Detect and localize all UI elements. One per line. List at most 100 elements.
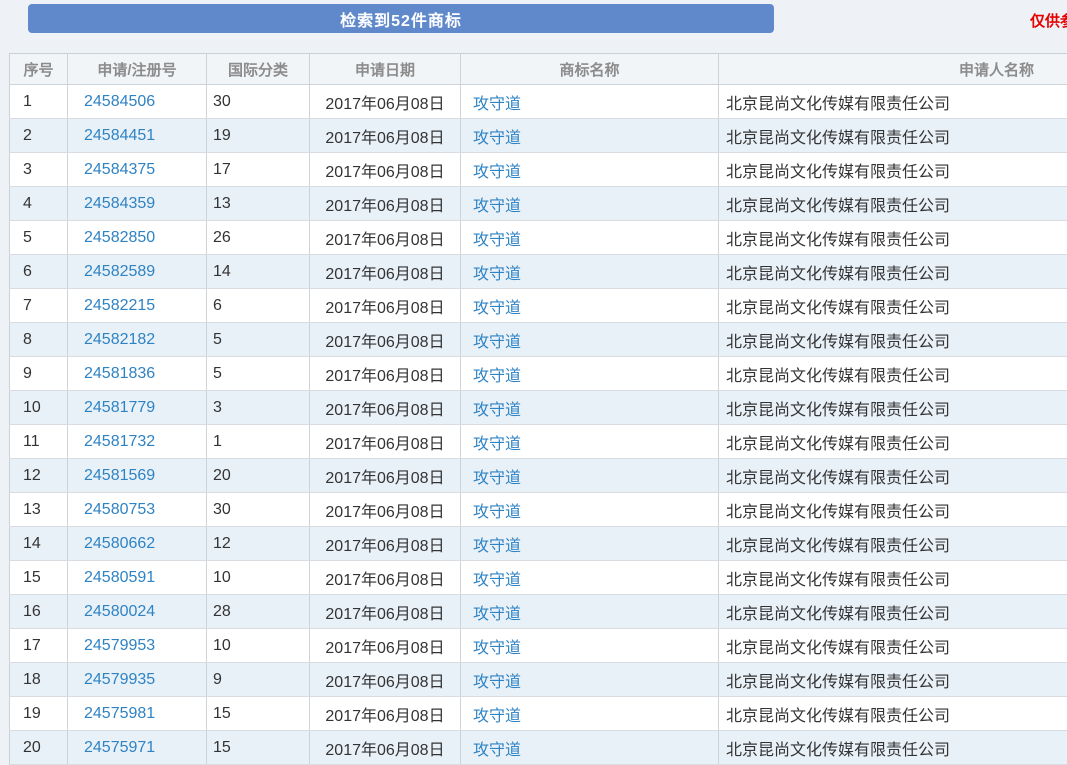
cell-intl-class: 10 <box>207 561 310 595</box>
trademark-name-link[interactable]: 攻守道 <box>473 198 521 215</box>
cell-intl-class: 1 <box>207 425 310 459</box>
cell-trademark-name: 攻守道 <box>461 323 719 357</box>
results-table-container: 序号 申请/注册号 国际分类 申请日期 商标名称 申请人名称 124584506… <box>9 53 1067 765</box>
cell-date: 2017年06月08日 <box>310 255 461 289</box>
cell-index: 6 <box>10 255 68 289</box>
cell-applicant: 北京昆尚文化传媒有限责任公司 <box>719 255 1067 289</box>
cell-date: 2017年06月08日 <box>310 561 461 595</box>
reg-no-link[interactable]: 24582589 <box>84 263 155 280</box>
cell-reg-no: 24580591 <box>68 561 207 595</box>
cell-intl-class: 15 <box>207 697 310 731</box>
cell-reg-no: 24579953 <box>68 629 207 663</box>
trademark-name-link[interactable]: 攻守道 <box>473 708 521 725</box>
cell-index: 8 <box>10 323 68 357</box>
cell-date: 2017年06月08日 <box>310 459 461 493</box>
cell-reg-no: 24581569 <box>68 459 207 493</box>
trademark-name-link[interactable]: 攻守道 <box>473 470 521 487</box>
cell-index: 2 <box>10 119 68 153</box>
trademark-name-link[interactable]: 攻守道 <box>473 334 521 351</box>
cell-reg-no: 24579935 <box>68 663 207 697</box>
cell-applicant: 北京昆尚文化传媒有限责任公司 <box>719 731 1067 765</box>
reg-no-link[interactable]: 24581569 <box>84 467 155 484</box>
reg-no-link[interactable]: 24582182 <box>84 331 155 348</box>
cell-index: 12 <box>10 459 68 493</box>
cell-intl-class: 20 <box>207 459 310 493</box>
cell-reg-no: 24580753 <box>68 493 207 527</box>
table-row: 2024575971152017年06月08日攻守道北京昆尚文化传媒有限责任公司 <box>10 731 1067 765</box>
trademark-name-link[interactable]: 攻守道 <box>473 742 521 759</box>
cell-index: 7 <box>10 289 68 323</box>
cell-trademark-name: 攻守道 <box>461 187 719 221</box>
cell-intl-class: 28 <box>207 595 310 629</box>
col-header-reg-no: 申请/注册号 <box>68 54 207 85</box>
cell-intl-class: 15 <box>207 731 310 765</box>
cell-applicant: 北京昆尚文化传媒有限责任公司 <box>719 493 1067 527</box>
reg-no-link[interactable]: 24579953 <box>84 637 155 654</box>
trademark-name-link[interactable]: 攻守道 <box>473 368 521 385</box>
reg-no-link[interactable]: 24584375 <box>84 161 155 178</box>
disclaimer-text: 仅供参考 <box>1030 10 1067 31</box>
trademark-name-link[interactable]: 攻守道 <box>473 640 521 657</box>
reg-no-link[interactable]: 24580591 <box>84 569 155 586</box>
trademark-name-link[interactable]: 攻守道 <box>473 300 521 317</box>
page: 检索到52件商标 仅供参考 序号 申请/注册号 国际分类 申请日期 商标名称 申… <box>0 0 1067 765</box>
trademark-name-link[interactable]: 攻守道 <box>473 538 521 555</box>
cell-reg-no: 24580662 <box>68 527 207 561</box>
table-body: 124584506302017年06月08日攻守道北京昆尚文化传媒有限责任公司2… <box>10 85 1067 765</box>
reg-no-link[interactable]: 24579935 <box>84 671 155 688</box>
cell-intl-class: 5 <box>207 323 310 357</box>
col-header-date: 申请日期 <box>310 54 461 85</box>
trademark-name-link[interactable]: 攻守道 <box>473 504 521 521</box>
cell-date: 2017年06月08日 <box>310 289 461 323</box>
reg-no-link[interactable]: 24580753 <box>84 501 155 518</box>
cell-trademark-name: 攻守道 <box>461 561 719 595</box>
trademark-name-link[interactable]: 攻守道 <box>473 402 521 419</box>
cell-index: 10 <box>10 391 68 425</box>
cell-applicant: 北京昆尚文化传媒有限责任公司 <box>719 391 1067 425</box>
reg-no-link[interactable]: 24575981 <box>84 705 155 722</box>
cell-date: 2017年06月08日 <box>310 323 461 357</box>
table-row: 1524580591102017年06月08日攻守道北京昆尚文化传媒有限责任公司 <box>10 561 1067 595</box>
cell-intl-class: 19 <box>207 119 310 153</box>
reg-no-link[interactable]: 24582215 <box>84 297 155 314</box>
reg-no-link[interactable]: 24580662 <box>84 535 155 552</box>
cell-intl-class: 5 <box>207 357 310 391</box>
trademark-name-link[interactable]: 攻守道 <box>473 266 521 283</box>
trademark-name-link[interactable]: 攻守道 <box>473 436 521 453</box>
trademark-name-link[interactable]: 攻守道 <box>473 606 521 623</box>
cell-reg-no: 24584375 <box>68 153 207 187</box>
trademark-name-link[interactable]: 攻守道 <box>473 572 521 589</box>
cell-reg-no: 24580024 <box>68 595 207 629</box>
cell-intl-class: 26 <box>207 221 310 255</box>
trademark-name-link[interactable]: 攻守道 <box>473 130 521 147</box>
table-row: 82458218252017年06月08日攻守道北京昆尚文化传媒有限责任公司 <box>10 323 1067 357</box>
trademark-name-link[interactable]: 攻守道 <box>473 164 521 181</box>
cell-reg-no: 24584506 <box>68 85 207 119</box>
trademark-name-link[interactable]: 攻守道 <box>473 674 521 691</box>
reg-no-link[interactable]: 24580024 <box>84 603 155 620</box>
cell-reg-no: 24575981 <box>68 697 207 731</box>
cell-index: 9 <box>10 357 68 391</box>
result-count-banner: 检索到52件商标 <box>28 4 774 33</box>
cell-trademark-name: 攻守道 <box>461 731 719 765</box>
reg-no-link[interactable]: 24584359 <box>84 195 155 212</box>
cell-trademark-name: 攻守道 <box>461 629 719 663</box>
cell-trademark-name: 攻守道 <box>461 221 719 255</box>
cell-trademark-name: 攻守道 <box>461 459 719 493</box>
reg-no-link[interactable]: 24575971 <box>84 739 155 756</box>
cell-trademark-name: 攻守道 <box>461 527 719 561</box>
cell-date: 2017年06月08日 <box>310 527 461 561</box>
reg-no-link[interactable]: 24581732 <box>84 433 155 450</box>
reg-no-link[interactable]: 24581836 <box>84 365 155 382</box>
reg-no-link[interactable]: 24584506 <box>84 93 155 110</box>
cell-reg-no: 24582589 <box>68 255 207 289</box>
cell-trademark-name: 攻守道 <box>461 697 719 731</box>
reg-no-link[interactable]: 24582850 <box>84 229 155 246</box>
cell-applicant: 北京昆尚文化传媒有限责任公司 <box>719 85 1067 119</box>
trademark-name-link[interactable]: 攻守道 <box>473 232 521 249</box>
cell-reg-no: 24584359 <box>68 187 207 221</box>
reg-no-link[interactable]: 24584451 <box>84 127 155 144</box>
cell-intl-class: 17 <box>207 153 310 187</box>
trademark-name-link[interactable]: 攻守道 <box>473 96 521 113</box>
reg-no-link[interactable]: 24581779 <box>84 399 155 416</box>
